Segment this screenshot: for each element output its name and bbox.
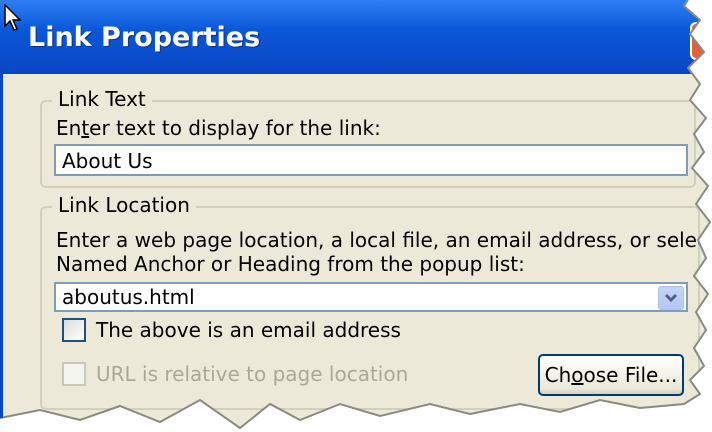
link-text-group-label: Link Text: [52, 88, 152, 110]
relative-url-checkbox[interactable]: [62, 362, 86, 386]
email-address-checkbox-label[interactable]: The above is an email address: [96, 318, 401, 342]
title-bar: Link Properties: [0, 0, 710, 74]
link-location-prompt-line2: Named Anchor or Heading from the popup l…: [56, 252, 525, 276]
link-text-prompt: Enter text to display for the link:: [56, 116, 381, 140]
email-address-checkbox[interactable]: [62, 318, 86, 342]
relative-url-checkbox-label: URL is relative to page location: [96, 362, 409, 386]
url-combobox[interactable]: aboutus.html: [54, 282, 688, 312]
dialog-title: Link Properties: [28, 22, 261, 53]
url-combobox-value: aboutus.html: [62, 285, 195, 309]
link-text-input[interactable]: About Us: [54, 144, 688, 176]
link-properties-dialog: Link Properties Link Text Enter text to …: [0, 0, 712, 428]
choose-file-button[interactable]: Choose File...: [538, 354, 684, 396]
chevron-down-icon[interactable]: [658, 286, 684, 310]
mouse-pointer-icon: [4, 4, 22, 31]
close-button[interactable]: [690, 22, 710, 60]
link-location-prompt-line1: Enter a web page location, a local file,…: [56, 228, 712, 252]
link-location-group-label: Link Location: [52, 194, 196, 216]
